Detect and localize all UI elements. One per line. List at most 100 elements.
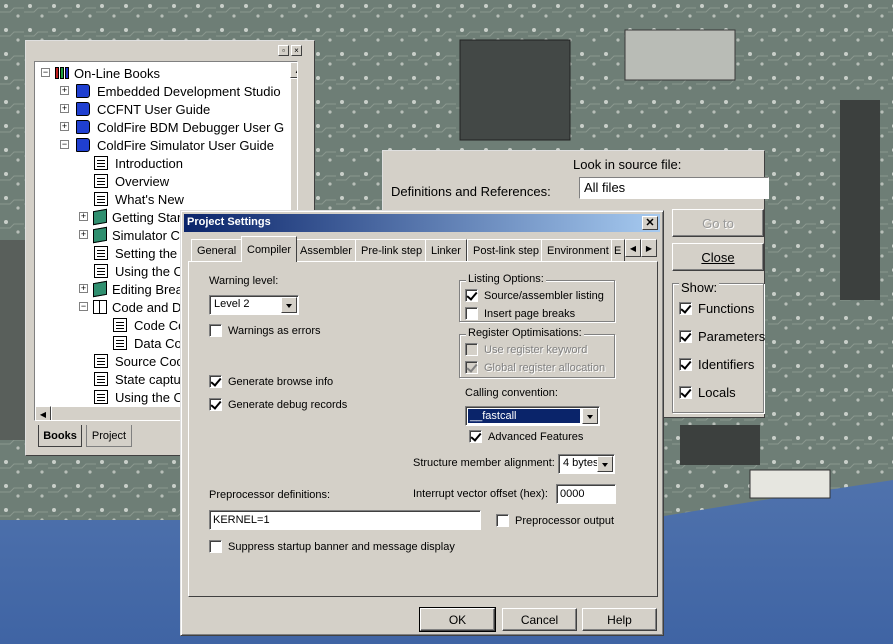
advanced-features-checkbox[interactable] — [469, 430, 482, 443]
tree-item[interactable]: + ColdFire BDM Debugger User G — [60, 118, 284, 136]
expand-icon[interactable]: + — [60, 104, 69, 113]
goto-button[interactable]: Go to — [672, 209, 764, 237]
tree-item-label: What's New — [115, 191, 184, 207]
struct-align-select[interactable]: 4 bytes — [558, 454, 615, 474]
generate-debug-option[interactable]: Generate debug records — [209, 398, 347, 411]
tree-item[interactable]: State captu — [93, 370, 181, 388]
expand-icon[interactable]: + — [60, 122, 69, 131]
tab-general[interactable]: General — [191, 239, 243, 261]
preprocessor-defs-field[interactable]: KERNEL=1 — [209, 510, 481, 530]
tab-more[interactable]: E — [611, 239, 625, 261]
tab-assembler[interactable]: Assembler — [294, 239, 358, 261]
tree-item[interactable]: Using the C — [93, 262, 183, 280]
expand-icon[interactable]: + — [79, 212, 88, 221]
tree-item[interactable]: Code Co — [112, 316, 185, 334]
interrupt-offset-label: Interrupt vector offset (hex): — [413, 488, 548, 500]
restore-icon[interactable]: ▫ — [278, 45, 289, 56]
close-button[interactable]: Close — [672, 243, 764, 271]
close-icon[interactable]: ✕ — [642, 216, 658, 230]
tree-item[interactable]: + Simulator C — [79, 226, 180, 244]
page-icon — [94, 264, 108, 278]
warnings-as-errors-option[interactable]: Warnings as errors — [209, 324, 321, 337]
page-breaks-checkbox[interactable] — [465, 307, 478, 320]
tree-item[interactable]: Overview — [93, 172, 169, 190]
tab-books[interactable]: Books — [38, 425, 82, 447]
interrupt-offset-field[interactable]: 0000 — [556, 484, 616, 504]
tab-linker[interactable]: Linker — [425, 239, 467, 261]
tree-item[interactable]: − ColdFire Simulator User Guide — [60, 136, 274, 154]
close-icon[interactable]: × — [291, 45, 302, 56]
show-functions[interactable]: Functions — [679, 301, 754, 316]
tab-pre-link-step[interactable]: Pre-link step — [355, 239, 429, 261]
tab-compiler[interactable]: Compiler — [241, 236, 298, 262]
tree-item[interactable]: Setting the F — [93, 244, 189, 262]
tree-item-label: Getting Star — [112, 209, 182, 225]
chevron-down-icon[interactable] — [597, 456, 613, 472]
tree-item[interactable]: Using the C — [93, 388, 183, 406]
tab-scroll-left-icon[interactable]: ◀ — [625, 239, 641, 257]
calling-convention-select[interactable]: __fastcall — [465, 406, 600, 426]
tree-item[interactable]: Introduction — [93, 154, 183, 172]
identifiers-label: Identifiers — [698, 357, 755, 372]
expand-icon[interactable]: + — [79, 230, 88, 239]
use-register-label: Use register keyword — [484, 343, 588, 356]
collapse-icon[interactable]: − — [60, 140, 69, 149]
expand-icon[interactable]: + — [79, 284, 88, 293]
advanced-features-option[interactable]: Advanced Features — [469, 430, 583, 443]
tree-item[interactable]: Data Co — [112, 334, 182, 352]
tree-item[interactable]: + Embedded Development Studio — [60, 82, 281, 100]
functions-checkbox[interactable] — [679, 302, 692, 315]
locals-label: Locals — [698, 385, 736, 400]
tree-item[interactable]: + Editing Brea — [79, 280, 183, 298]
suppress-banner-option[interactable]: Suppress startup banner and message disp… — [209, 540, 455, 553]
tree-item[interactable]: + Getting Star — [79, 208, 182, 226]
show-identifiers[interactable]: Identifiers — [679, 357, 754, 372]
generate-browse-checkbox[interactable] — [209, 375, 222, 388]
tree-item[interactable]: What's New — [93, 190, 184, 208]
preprocessor-output-checkbox[interactable] — [496, 514, 509, 527]
suppress-banner-checkbox[interactable] — [209, 540, 222, 553]
tab-post-link-step[interactable]: Post-link step — [467, 239, 546, 261]
definitions-label: Definitions and References: — [391, 184, 551, 199]
warnings-as-errors-checkbox[interactable] — [209, 324, 222, 337]
tree-item[interactable]: − Code and D — [79, 298, 181, 316]
source-listing-option[interactable]: Source/assembler listing — [465, 289, 604, 302]
tree-item[interactable]: − On-Line Books — [41, 64, 160, 82]
show-parameters[interactable]: Parameters — [679, 329, 765, 344]
chevron-down-icon[interactable] — [582, 408, 598, 424]
identifiers-checkbox[interactable] — [679, 358, 692, 371]
page-icon — [94, 246, 108, 260]
generate-browse-option[interactable]: Generate browse info — [209, 375, 333, 388]
expand-icon[interactable]: + — [60, 86, 69, 95]
chevron-down-icon[interactable] — [281, 297, 297, 313]
page-breaks-option[interactable]: Insert page breaks — [465, 307, 575, 320]
collapse-icon[interactable]: − — [41, 68, 50, 77]
preprocessor-output-option[interactable]: Preprocessor output — [496, 514, 614, 527]
use-register-option: Use register keyword — [465, 343, 587, 356]
cancel-button[interactable]: Cancel — [502, 608, 577, 631]
locals-checkbox[interactable] — [679, 386, 692, 399]
warning-level-select[interactable]: Level 2 — [209, 295, 299, 315]
show-locals[interactable]: Locals — [679, 385, 736, 400]
tree-item[interactable]: Source Coc — [93, 352, 183, 370]
ok-button[interactable]: OK — [419, 607, 496, 632]
look-in-field[interactable]: All files — [579, 177, 769, 199]
scroll-up-icon[interactable]: ▲ — [290, 62, 297, 78]
tab-environment[interactable]: Environment — [541, 239, 615, 261]
page-icon — [94, 354, 108, 368]
collapse-icon[interactable]: − — [79, 302, 88, 311]
show-label: Show: — [679, 280, 720, 295]
help-button[interactable]: Help — [582, 608, 657, 631]
page-icon — [94, 372, 108, 386]
parameters-checkbox[interactable] — [679, 330, 692, 343]
source-listing-checkbox[interactable] — [465, 289, 478, 302]
parameters-label: Parameters — [698, 329, 766, 344]
tab-scroll-right-icon[interactable]: ▶ — [641, 239, 657, 257]
scroll-left-icon[interactable]: ◀ — [35, 406, 51, 420]
scroll-thumb[interactable] — [290, 78, 297, 228]
calling-convention-value: __fastcall — [468, 409, 580, 423]
generate-debug-checkbox[interactable] — [209, 398, 222, 411]
tree-item[interactable]: + CCFNT User Guide — [60, 100, 210, 118]
register-optimisations-title: Register Optimisations: — [466, 327, 584, 339]
tab-project[interactable]: Project — [86, 425, 132, 447]
